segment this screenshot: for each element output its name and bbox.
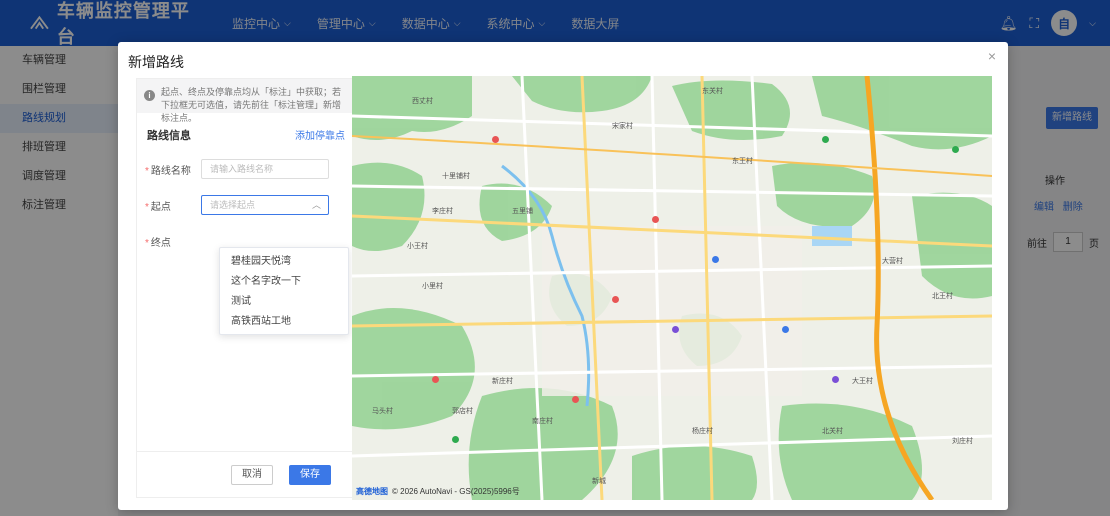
map-place-label: 小王村	[407, 243, 428, 250]
map-place-label: 杨庄村	[692, 428, 713, 435]
amap-logo: 高德地图	[356, 487, 388, 496]
label-text: 路线名称	[150, 165, 191, 177]
route-form-panel: i 起点、终点及停靠点均从「标注」中获取；若下拉框无可选值，请先前往「标注管理」…	[136, 78, 356, 498]
map-poi-marker[interactable]	[822, 136, 829, 143]
start-row: * 起点 请选择起点 ︿	[137, 195, 355, 215]
start-dropdown: 碧桂园天悦湾 这个名字改一下 测试 高铁西站工地	[219, 247, 349, 335]
map-place-label: 小里村	[422, 283, 443, 290]
map-poi-marker[interactable]	[712, 256, 719, 263]
section-title: 路线信息	[147, 130, 191, 142]
map-place-label: 新城	[592, 478, 606, 485]
route-name-input[interactable]: 请输入路线名称	[201, 159, 329, 179]
map-poi-marker[interactable]	[652, 216, 659, 223]
map-poi-marker[interactable]	[832, 376, 839, 383]
label-text: 起点	[150, 201, 171, 213]
map-place-label: 五里铺	[512, 208, 533, 215]
map-place-label: 十里铺村	[442, 173, 470, 180]
map-poi-marker[interactable]	[952, 146, 959, 153]
map-poi-marker[interactable]	[612, 296, 619, 303]
save-button[interactable]: 保存	[289, 465, 331, 485]
map-poi-marker[interactable]	[672, 326, 679, 333]
map-place-label: 郭店村	[452, 408, 473, 415]
map-place-label: 北王村	[932, 293, 953, 300]
map-poi-marker[interactable]	[492, 136, 499, 143]
end-label: * 终点	[145, 237, 171, 249]
dropdown-option[interactable]: 高铁西站工地	[220, 312, 348, 332]
start-label: * 起点	[145, 201, 171, 213]
dialog-title: 新增路线	[128, 54, 184, 70]
attribution-text: © 2026 AutoNavi - GS(2025)5996号	[392, 487, 520, 496]
map-place-label: 大王村	[852, 378, 873, 385]
map-poi-marker[interactable]	[432, 376, 439, 383]
dropdown-option[interactable]: 这个名字改一下	[220, 272, 348, 292]
dropdown-option[interactable]: 碧桂园天悦湾	[220, 252, 348, 272]
start-select-placeholder: 请选择起点	[210, 200, 256, 210]
map-poi-marker[interactable]	[782, 326, 789, 333]
close-icon[interactable]: ×	[988, 48, 996, 64]
map-place-label: 马头村	[372, 408, 393, 415]
route-name-label: * 路线名称	[145, 165, 191, 177]
map-poi-marker[interactable]	[572, 396, 579, 403]
map-canvas	[352, 76, 992, 500]
map-place-label: 南庄村	[532, 418, 553, 425]
map-place-label: 北关村	[822, 428, 843, 435]
map-view[interactable]: 西丈村 宋家村 十里铺村 五里铺 小王村 小里村 新庄村 大营村 北王村 大王村…	[352, 76, 992, 500]
dropdown-option[interactable]: 测试	[220, 292, 348, 312]
map-place-label: 西丈村	[412, 98, 433, 105]
map-place-label: 李庄村	[432, 208, 453, 215]
cancel-button[interactable]: 取消	[231, 465, 273, 485]
map-attribution: 高德地图 © 2026 AutoNavi - GS(2025)5996号	[356, 486, 520, 497]
map-poi-marker[interactable]	[452, 436, 459, 443]
map-place-label: 新庄村	[492, 378, 513, 385]
info-tip: i 起点、终点及停靠点均从「标注」中获取；若下拉框无可选值，请先前往「标注管理」…	[137, 79, 355, 123]
add-route-dialog: 新增路线 × i 起点、终点及停靠点均从「标注」中获取；若下拉框无可选值，请先前…	[118, 42, 1008, 510]
map-place-label: 大营村	[882, 258, 903, 265]
panel-footer: 取消 保存	[137, 451, 355, 497]
map-place-label: 东关村	[702, 88, 723, 95]
info-icon: i	[144, 90, 155, 101]
start-select[interactable]: 请选择起点 ︿	[201, 195, 329, 215]
route-name-row: * 路线名称 请输入路线名称	[137, 159, 355, 179]
chevron-up-icon: ︿	[311, 200, 321, 210]
map-place-label: 刘庄村	[952, 438, 973, 445]
add-stop-link[interactable]: 添加停靠点	[295, 127, 345, 143]
map-place-label: 宋家村	[612, 123, 633, 130]
map-place-label: 东王村	[732, 158, 753, 165]
label-text: 终点	[150, 237, 171, 249]
